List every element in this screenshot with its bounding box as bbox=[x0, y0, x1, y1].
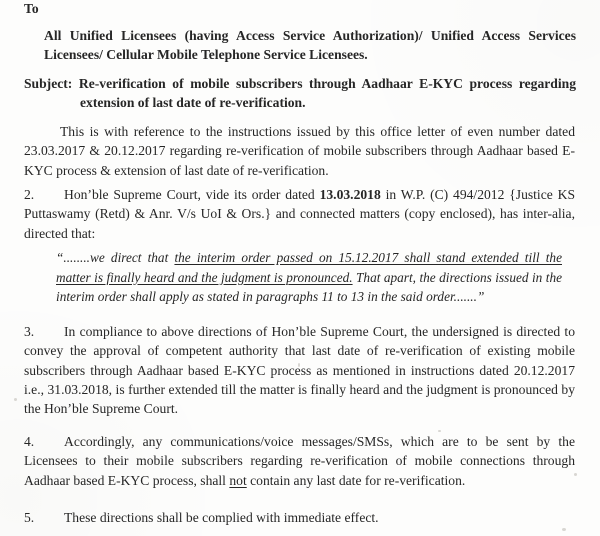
scan-speck bbox=[562, 528, 566, 531]
paragraph-2-text-before-date: Hon’ble Supreme Court, vide its order da… bbox=[64, 187, 320, 202]
paragraph-3-number: 3. bbox=[24, 324, 35, 339]
paragraph-2-number: 2. bbox=[24, 187, 35, 202]
document-page: To All Unified Licensees (having Access … bbox=[0, 0, 600, 536]
paragraph-4-text-part2: contain any last date for re-verificatio… bbox=[246, 472, 466, 488]
subject-text: Re-verification of mobile subscribers th… bbox=[78, 76, 577, 110]
paragraph-1: This is with reference to the instructio… bbox=[24, 122, 575, 180]
order-date: 13.03.2018 bbox=[319, 187, 381, 202]
paragraph-3-text: In compliance to above directions of Hon… bbox=[24, 324, 575, 417]
quote-opening: “........we direct that bbox=[56, 250, 175, 265]
paragraph-4: 4. Accordingly, any communications/voice … bbox=[24, 432, 575, 490]
subject-line: Subject: Re-verification of mobile subsc… bbox=[24, 74, 576, 112]
paragraph-5-text: These directions shall be complied with … bbox=[64, 510, 379, 525]
paragraph-4-number: 4. bbox=[24, 434, 35, 449]
addressee-block: All Unified Licensees (having Access Ser… bbox=[44, 28, 576, 62]
paragraph-3: 3. In compliance to above directions of H… bbox=[24, 322, 575, 418]
emphasis-not: not bbox=[229, 472, 247, 488]
paragraph-5-number: 5. bbox=[24, 510, 35, 525]
subject-label: Subject: bbox=[24, 76, 73, 91]
paragraph-2: 2. Hon’ble Supreme Court, vide its order … bbox=[24, 185, 575, 243]
scan-speck bbox=[14, 398, 17, 401]
court-order-quote: “........we direct that the interim orde… bbox=[56, 248, 562, 307]
paragraph-5: 5. These directions shall be complied wit… bbox=[24, 508, 575, 527]
salutation-to: To bbox=[24, 1, 39, 16]
paragraph-1-text: This is with reference to the instructio… bbox=[24, 124, 575, 178]
